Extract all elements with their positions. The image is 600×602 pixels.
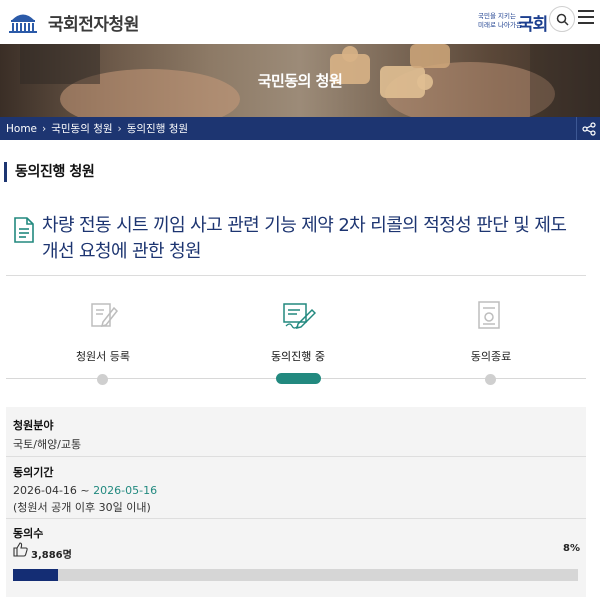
search-icon (556, 13, 569, 26)
petition-info-panel: 청원분야 국토/해양/교통 동의기간 2026-04-16 ~ 2026-05-… (6, 407, 586, 597)
thumbs-up-icon (13, 542, 28, 557)
banner-title: 국민동의 청원 (257, 72, 343, 90)
step-label-registered: 청원서 등록 (75, 350, 131, 363)
petition-title: 차량 전동 시트 끼임 사고 관련 기능 제약 2차 리콜의 적정성 판단 및 … (42, 215, 567, 262)
page-banner: 국민동의 청원 (0, 44, 600, 117)
breadcrumb: Home › 국민동의 청원 › 동의진행 청원 (0, 117, 600, 140)
assembly-building-icon (9, 14, 37, 33)
step-dot-closed (485, 374, 496, 385)
step-dot-registered (97, 374, 108, 385)
badge-line-2: 미래로 나아가는 (478, 21, 522, 29)
share-button[interactable] (576, 117, 600, 140)
site-header: 국회전자청원 국민을 지키는 미래로 나아가는 국회 (0, 0, 600, 44)
field-label: 청원분야 (13, 419, 54, 432)
pencil-document-icon (91, 303, 119, 328)
badge-assembly-text: 국회 (518, 15, 548, 35)
menu-icon (578, 10, 594, 12)
signing-document-icon (283, 303, 316, 330)
period-end: 2026-05-16 (93, 484, 158, 497)
period-row: 동의기간 2026-04-16 ~ 2026-05-16 (청원서 공개 이후 … (6, 457, 586, 519)
chevron-right-icon: › (42, 122, 47, 135)
step-dot-in-progress (276, 373, 321, 384)
title-divider (6, 275, 586, 276)
agreement-count: 3,886명 (31, 550, 72, 561)
period-start: 2026-04-16 (13, 484, 77, 497)
document-icon (14, 217, 34, 243)
agreement-percent: 8% (563, 543, 580, 554)
field-row: 청원분야 국토/해양/교통 (6, 407, 586, 457)
site-logo[interactable]: 국회전자청원 (6, 9, 139, 35)
agreement-progress-bar (13, 569, 578, 581)
badge-line-1: 국민을 지키는 (478, 12, 516, 20)
step-label-in-progress: 동의진행 중 (270, 350, 326, 363)
certificate-icon (478, 301, 500, 329)
section-title: 동의진행 청원 (4, 162, 95, 182)
share-icon (581, 121, 596, 136)
breadcrumb-home[interactable]: Home (6, 123, 37, 135)
site-title: 국회전자청원 (48, 14, 139, 35)
breadcrumb-ongoing-petition[interactable]: 동의진행 청원 (127, 121, 188, 136)
chevron-right-icon: › (117, 122, 122, 135)
menu-button[interactable] (578, 10, 596, 26)
period-dates: 2026-04-16 ~ 2026-05-16 (13, 484, 157, 497)
assembly-slogan-badge[interactable]: 국민을 지키는 미래로 나아가는 국회 (478, 8, 548, 35)
agreement-label: 동의수 (13, 527, 44, 540)
period-label: 동의기간 (13, 466, 54, 479)
period-note: (청원서 공개 이후 30일 이내) (13, 501, 151, 514)
field-value: 국토/해양/교통 (13, 438, 82, 451)
agreement-progress-fill (13, 569, 58, 581)
breadcrumb-public-petition[interactable]: 국민동의 청원 (51, 121, 112, 136)
period-separator: ~ (76, 484, 94, 497)
search-button[interactable] (549, 6, 575, 32)
step-label-closed: 동의종료 (470, 350, 512, 363)
